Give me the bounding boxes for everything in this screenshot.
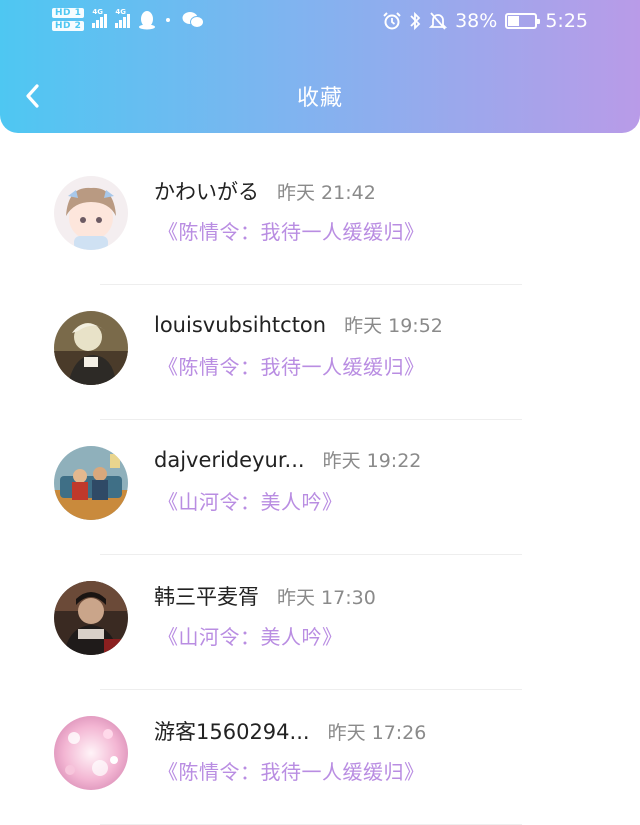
work-title-link[interactable]: 《山河令：美人吟》 [158, 621, 343, 650]
user-name: dajverideyur... [154, 448, 305, 472]
item-header: louisvubsihtcton 昨天 19:52 [154, 311, 443, 338]
status-right: 38% 5:25 [383, 10, 588, 32]
page-title: 收藏 [296, 86, 343, 111]
favorites-list: かわいがる 昨天 21:42 《陈情令：我待一人缓缓归》 louisvubsih… [0, 150, 640, 825]
user-name: louisvubsihtcton [154, 313, 327, 337]
list-item[interactable]: louisvubsihtcton 昨天 19:52 《陈情令：我待一人缓缓归》 [0, 285, 640, 420]
work-title-link[interactable]: 《陈情令：我待一人缓缓归》 [158, 351, 425, 380]
signal-icon-1: 4G [92, 8, 108, 28]
alarm-icon [383, 12, 401, 30]
app-header: HD 1 HD 2 4G 4G 38% 5:25 收藏 [0, 0, 640, 133]
timestamp: 昨天 19:22 [322, 450, 422, 472]
list-item[interactable]: dajverideyur... 昨天 19:22 《山河令：美人吟》 [0, 420, 640, 555]
notification-dot [166, 17, 171, 22]
item-header: かわいがる 昨天 21:42 [154, 176, 376, 206]
hd2-badge: HD 2 [52, 21, 85, 31]
work-title-link[interactable]: 《山河令：美人吟》 [158, 486, 343, 515]
list-item[interactable]: かわいがる 昨天 21:42 《陈情令：我待一人缓缓归》 [0, 150, 640, 285]
timestamp: 昨天 17:30 [277, 587, 376, 609]
battery-percent: 38% [455, 10, 498, 32]
list-item[interactable]: 韩三平麦胥 昨天 17:30 《山河令：美人吟》 [0, 555, 640, 690]
avatar[interactable] [54, 716, 128, 790]
clock: 5:25 [545, 10, 588, 32]
avatar[interactable] [54, 581, 128, 655]
mute-icon [429, 12, 448, 30]
timestamp: 昨天 19:52 [344, 315, 443, 337]
list-item[interactable]: 游客1560294... 昨天 17:26 《陈情令：我待一人缓缓归》 [0, 690, 640, 825]
signal-icon-2: 4G [115, 8, 131, 28]
avatar[interactable] [54, 446, 128, 520]
work-title-link[interactable]: 《陈情令：我待一人缓缓归》 [158, 756, 425, 785]
hd1-badge: HD 1 [52, 8, 85, 18]
user-name: かわいがる [154, 180, 259, 204]
item-header: 韩三平麦胥 昨天 17:30 [154, 581, 376, 611]
status-left: HD 1 HD 2 4G 4G [52, 8, 205, 31]
hd-badges: HD 1 HD 2 [52, 8, 85, 31]
wechat-icon [182, 11, 205, 28]
avatar[interactable] [54, 176, 128, 250]
user-name: 游客1560294... [154, 720, 310, 744]
item-header: dajverideyur... 昨天 19:22 [154, 446, 421, 473]
bluetooth-icon [410, 11, 421, 31]
work-title-link[interactable]: 《陈情令：我待一人缓缓归》 [158, 216, 425, 245]
battery-icon [505, 13, 541, 29]
item-header: 游客1560294... 昨天 17:26 [154, 716, 426, 746]
timestamp: 昨天 17:26 [327, 722, 427, 744]
qq-icon [139, 10, 156, 29]
user-name: 韩三平麦胥 [154, 585, 259, 609]
avatar[interactable] [54, 311, 128, 385]
timestamp: 昨天 21:42 [277, 182, 376, 204]
status-bar: HD 1 HD 2 4G 4G 38% 5:25 [0, 0, 640, 46]
